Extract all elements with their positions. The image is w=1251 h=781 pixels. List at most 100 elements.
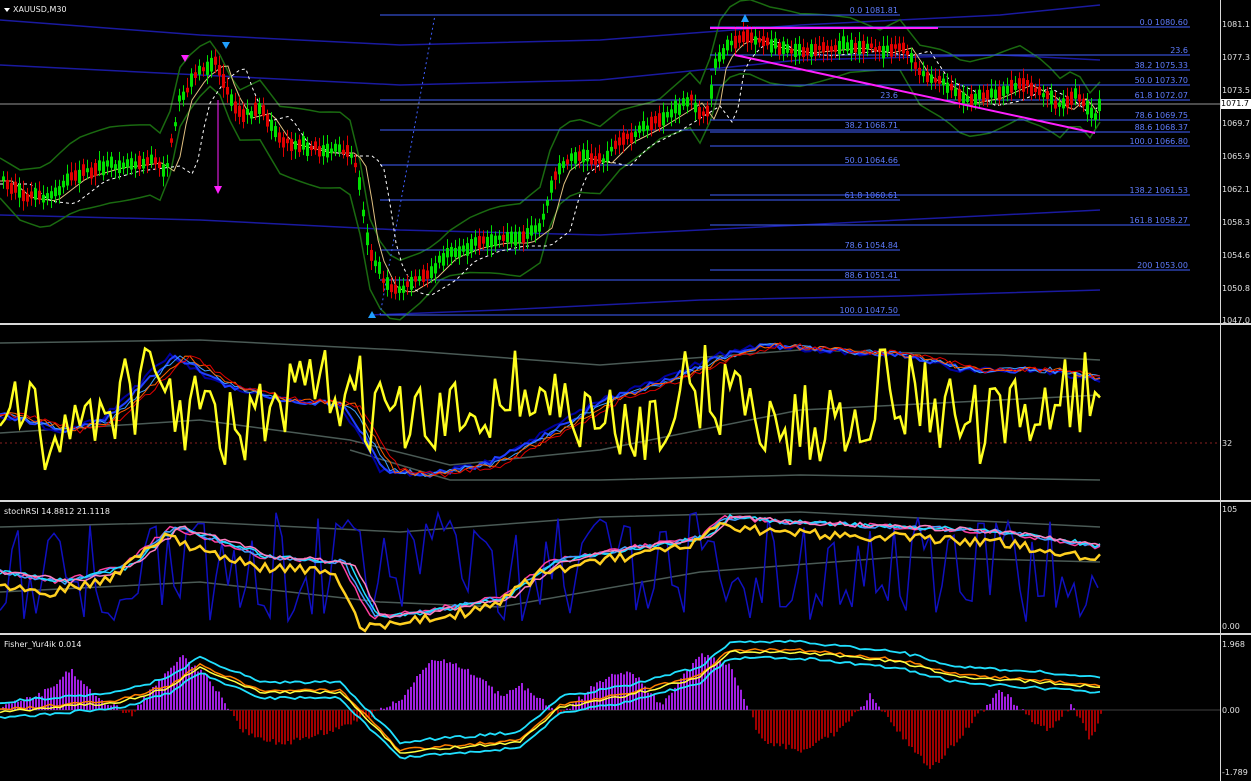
fisher-histogram-bar	[290, 710, 292, 745]
fisher-histogram-bar	[668, 695, 670, 710]
fisher-histogram-bar	[494, 693, 496, 710]
fisher-histogram-bar	[467, 668, 469, 710]
fisher-histogram-bar	[551, 707, 553, 710]
candle-body	[470, 239, 473, 253]
fisher-histogram-bar	[968, 710, 970, 728]
fisher-histogram-bar	[128, 710, 130, 713]
candle-body	[862, 40, 865, 54]
candle-body	[934, 78, 937, 83]
stochrsi-pane[interactable]: stochRSI 14.8812 21.1118	[0, 502, 1220, 633]
fisher-histogram-bar	[158, 680, 160, 710]
window-title[interactable]: XAUUSD,M30	[4, 5, 67, 14]
candle-body	[358, 177, 361, 190]
blue-envelope-upper	[0, 4, 1101, 46]
fisher-histogram-bar	[1022, 709, 1024, 710]
fisher-histogram-bar	[884, 710, 886, 713]
fisher-histogram-bar	[794, 710, 796, 750]
candle-body	[86, 168, 89, 173]
oscillator-axis[interactable]	[1220, 325, 1251, 500]
candle-body	[74, 170, 77, 181]
candle-body	[218, 65, 221, 76]
fisher-histogram-bar	[413, 682, 415, 710]
fib-label-right: 88.6 1068.37	[1135, 123, 1188, 132]
candle-body	[2, 176, 5, 181]
candle-body	[498, 235, 501, 240]
candle-body	[214, 56, 217, 65]
fisher-histogram-bar	[1049, 710, 1051, 729]
candle-body	[334, 143, 337, 152]
fisher-histogram-bar	[998, 690, 1000, 710]
candle-body	[302, 136, 305, 150]
dropdown-arrow-icon[interactable]	[4, 7, 10, 12]
candle-body	[78, 169, 81, 184]
candle-body	[566, 159, 569, 165]
candle-body	[1090, 107, 1093, 118]
candle-body	[562, 161, 565, 168]
fisher-histogram-bar	[629, 672, 631, 710]
fisher-histogram-bar	[137, 704, 139, 710]
candle-body	[782, 41, 785, 55]
fisher-tick-bottom: -1.789	[1222, 768, 1248, 777]
price-axis[interactable]	[1220, 0, 1251, 323]
fisher-histogram-bar	[134, 710, 136, 712]
candle-body	[226, 86, 229, 95]
candle-body	[14, 181, 17, 193]
fisher-histogram-bar	[845, 710, 847, 723]
fisher-histogram-bar	[965, 710, 967, 728]
fisher-histogram-bar	[755, 710, 757, 730]
price-pane[interactable]: 0.0 1081.81 23.6 38.2 1068.71 50.0 1064.66 6…	[0, 0, 1220, 323]
candle-body	[282, 137, 285, 148]
stochrsi-axis[interactable]	[1220, 502, 1251, 633]
fisher-histogram-bar	[338, 710, 340, 730]
candle-body	[614, 140, 617, 149]
candle-body	[686, 97, 689, 107]
fisher-histogram-bar	[491, 686, 493, 710]
candle-body	[62, 180, 65, 188]
blue-envelope-lower	[0, 209, 1101, 236]
fisher-histogram-bar	[761, 710, 763, 739]
fisher-histogram-bar	[791, 710, 793, 749]
candle-body	[210, 57, 213, 72]
fisher-histogram-bar	[647, 692, 649, 710]
fisher-histogram-bar	[959, 710, 961, 739]
price-tick-label: 1062.1	[1222, 185, 1250, 194]
fisher-histogram-bar	[1004, 696, 1006, 710]
fisher-histogram-bar	[521, 683, 523, 710]
candle-body	[878, 45, 881, 53]
fisher-histogram-bar	[899, 710, 901, 732]
candle-body	[946, 82, 949, 93]
price-tick-label: 1054.6	[1222, 251, 1250, 260]
candle-body	[594, 156, 597, 165]
candle-body	[646, 125, 649, 131]
fisher-histogram-bar	[818, 710, 820, 741]
fisher-histogram-bar	[707, 654, 709, 710]
candle-body	[958, 89, 961, 102]
candle-body	[722, 48, 725, 60]
fisher-histogram-bar	[410, 686, 412, 710]
candle-body	[386, 277, 389, 290]
fisher-histogram-bar	[203, 674, 205, 710]
fisher-histogram-bar	[926, 710, 928, 766]
candle-body	[266, 114, 269, 127]
candle-body	[802, 47, 805, 58]
candle-body	[330, 148, 333, 154]
fisher-histogram-bar	[449, 662, 451, 710]
oscillator-pane[interactable]	[0, 325, 1220, 500]
candle-body	[1078, 94, 1081, 102]
candle-body	[390, 284, 393, 293]
fisher-histogram-bar	[920, 710, 922, 756]
fisher-histogram-bar	[1028, 710, 1030, 716]
fisher-histogram-bar	[224, 703, 226, 710]
fisher-histogram-bar	[1040, 710, 1042, 726]
candle-body	[382, 278, 385, 283]
candle-body	[26, 193, 29, 202]
fisher-histogram-bar	[443, 659, 445, 710]
fisher-histogram-bar	[752, 710, 754, 718]
fisher-chart	[0, 639, 1220, 769]
candle-body	[634, 131, 637, 137]
candle-body	[50, 191, 53, 199]
fisher-histogram-bar	[893, 710, 895, 727]
price-tick-label: 1077.3	[1222, 53, 1250, 62]
price-tick-label: 1050.8	[1222, 284, 1250, 293]
fisher-pane[interactable]: Fisher_Yur4ik 0.014	[0, 635, 1220, 781]
